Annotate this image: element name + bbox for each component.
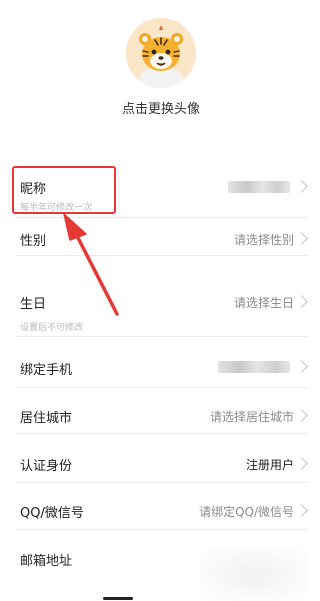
bind-phone-label: 绑定手机	[20, 363, 73, 378]
birthday-label: 生日	[20, 297, 47, 312]
identity-label: 认证身份	[20, 459, 73, 474]
birthday-hint: 设置后不可修改	[20, 323, 84, 333]
chevron-right-icon	[295, 295, 308, 308]
bottom-blur-overlay	[200, 548, 308, 601]
chevron-right-icon	[295, 457, 308, 470]
gender-row[interactable]: 性别 请选择性别	[16, 217, 308, 256]
avatar[interactable]	[126, 18, 196, 88]
birthday-row[interactable]: 生日 设置后不可修改 请选择生日	[16, 282, 308, 337]
qq-wechat-row[interactable]: QQ/微信号 请绑定QQ/微信号	[16, 493, 308, 530]
tiger-avatar-icon	[126, 18, 196, 88]
qq-wechat-value: 请绑定QQ/微信号	[199, 505, 294, 519]
chevron-right-icon	[295, 232, 308, 245]
bind-phone-row[interactable]: 绑定手机	[16, 345, 308, 388]
gender-value: 请选择性别	[233, 233, 294, 247]
email-label: 邮箱地址	[20, 554, 73, 569]
city-value: 请选择居住城市	[209, 410, 294, 424]
chevron-right-icon	[295, 360, 308, 373]
chevron-right-icon	[295, 180, 308, 193]
city-label: 居住城市	[20, 411, 73, 426]
home-indicator	[103, 597, 133, 600]
gender-label: 性别	[20, 234, 47, 249]
phone-value-redacted	[218, 361, 290, 373]
identity-value: 注册用户	[245, 458, 294, 472]
change-avatar-label[interactable]: 点击更换头像	[0, 98, 320, 117]
chevron-right-icon	[295, 504, 308, 517]
chevron-right-icon	[295, 409, 308, 422]
profile-header: 点击更换头像	[0, 0, 308, 140]
city-row[interactable]: 居住城市 请选择居住城市	[16, 397, 308, 434]
birthday-value: 请选择生日	[233, 296, 294, 310]
nickname-value-redacted	[228, 181, 290, 193]
annotation-highlight-box	[12, 166, 116, 214]
identity-row[interactable]: 认证身份 注册用户	[16, 444, 308, 483]
qq-wechat-label: QQ/微信号	[20, 506, 84, 521]
